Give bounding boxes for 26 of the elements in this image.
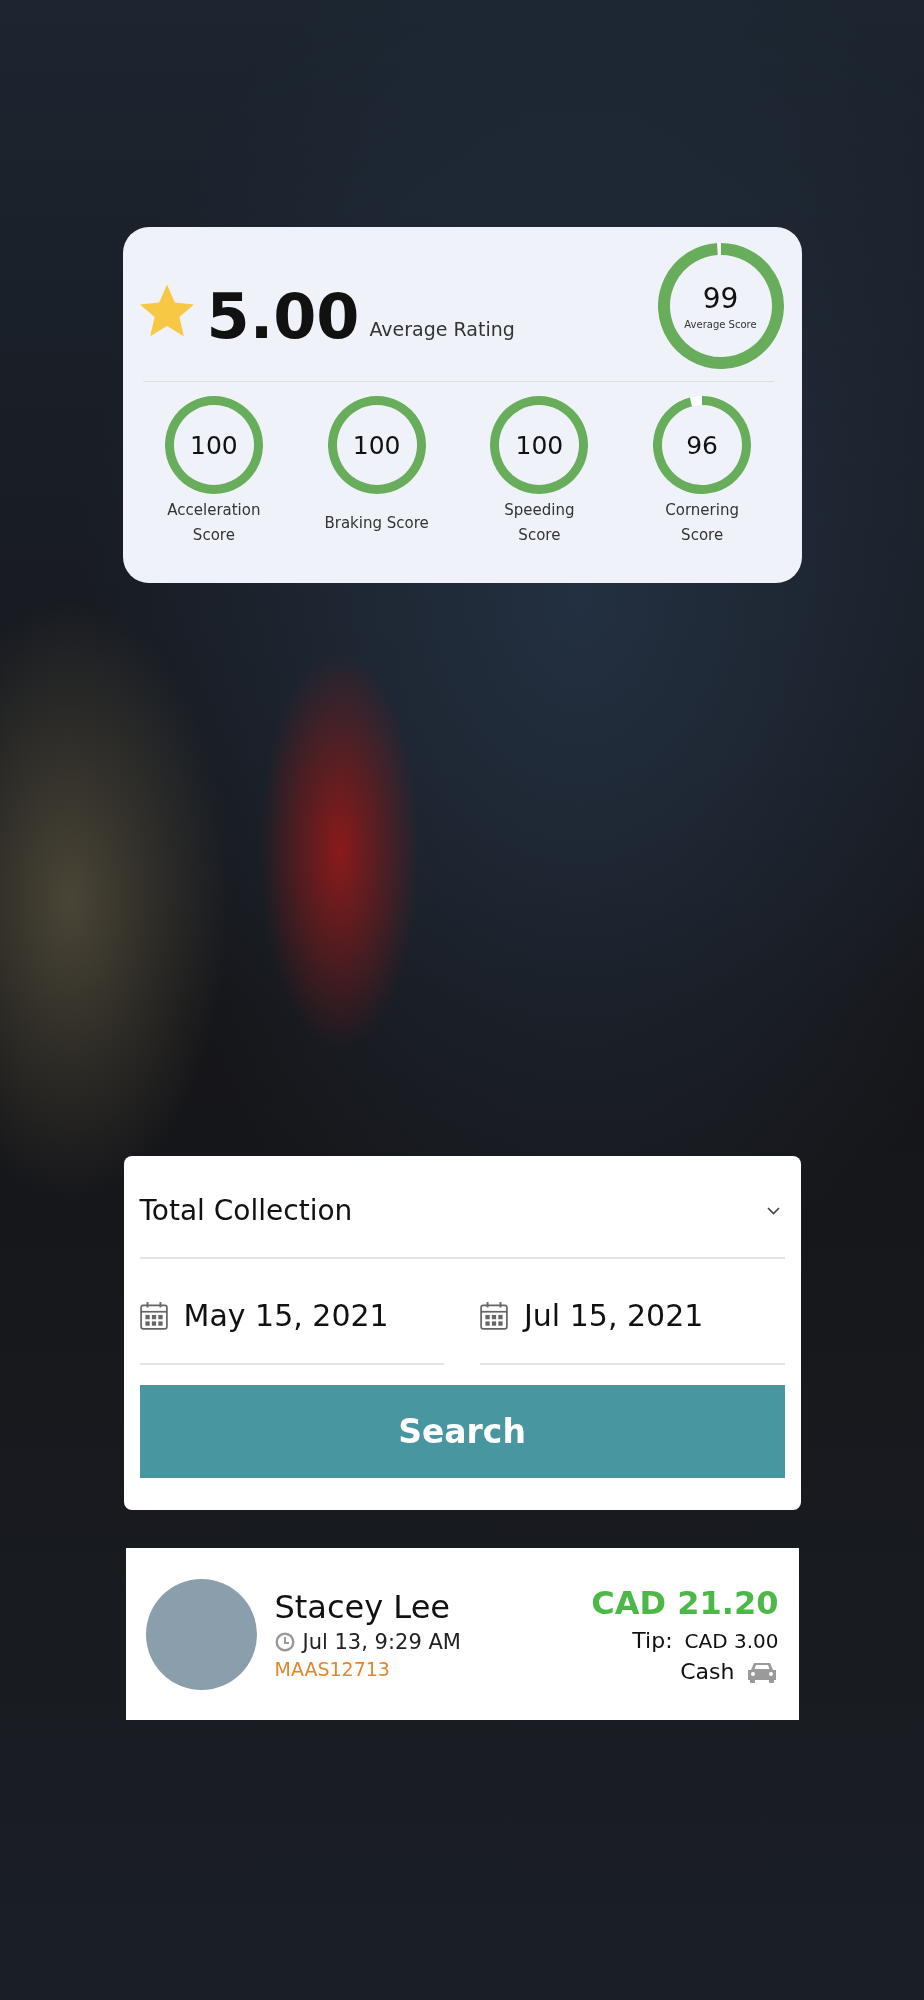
date-field[interactable]: May 15, 2021 bbox=[139, 1259, 444, 1365]
score-value: 100 bbox=[515, 430, 564, 460]
score-value: 100 bbox=[190, 430, 238, 460]
score-value: 99 bbox=[702, 282, 739, 315]
rating-label: Average Rating bbox=[369, 318, 515, 340]
tip-amount: CAD 3.00 bbox=[684, 1629, 779, 1653]
calendar-icon bbox=[139, 1300, 168, 1330]
trip-time: Jul 13, 9:29 AM bbox=[302, 1630, 461, 1654]
score-label: Acceleration Score bbox=[166, 500, 262, 546]
chevron-down-icon bbox=[765, 1205, 781, 1216]
score-label: Cornering Score bbox=[664, 500, 740, 546]
score-value: 96 bbox=[686, 430, 719, 460]
dropdown[interactable]: Total Collection bbox=[139, 1156, 785, 1259]
trip-code: MAAS12713 bbox=[274, 1658, 391, 1680]
score-label: Braking Score bbox=[323, 512, 430, 534]
tip-label: Tip: bbox=[632, 1628, 673, 1653]
payment-method: Cash bbox=[680, 1659, 735, 1684]
fare-amount: CAD 21.20 bbox=[591, 1584, 779, 1622]
rating-value: 5.00 bbox=[206, 286, 360, 348]
score-label: Speeding Score bbox=[503, 500, 576, 546]
passenger-name: Stacey Lee bbox=[274, 1588, 451, 1626]
clock-icon bbox=[274, 1632, 295, 1652]
score-value: 100 bbox=[352, 430, 401, 460]
date-field[interactable]: Jul 15, 2021 bbox=[480, 1259, 785, 1365]
score-label: Average Score bbox=[684, 319, 757, 330]
calendar-icon bbox=[480, 1300, 508, 1330]
